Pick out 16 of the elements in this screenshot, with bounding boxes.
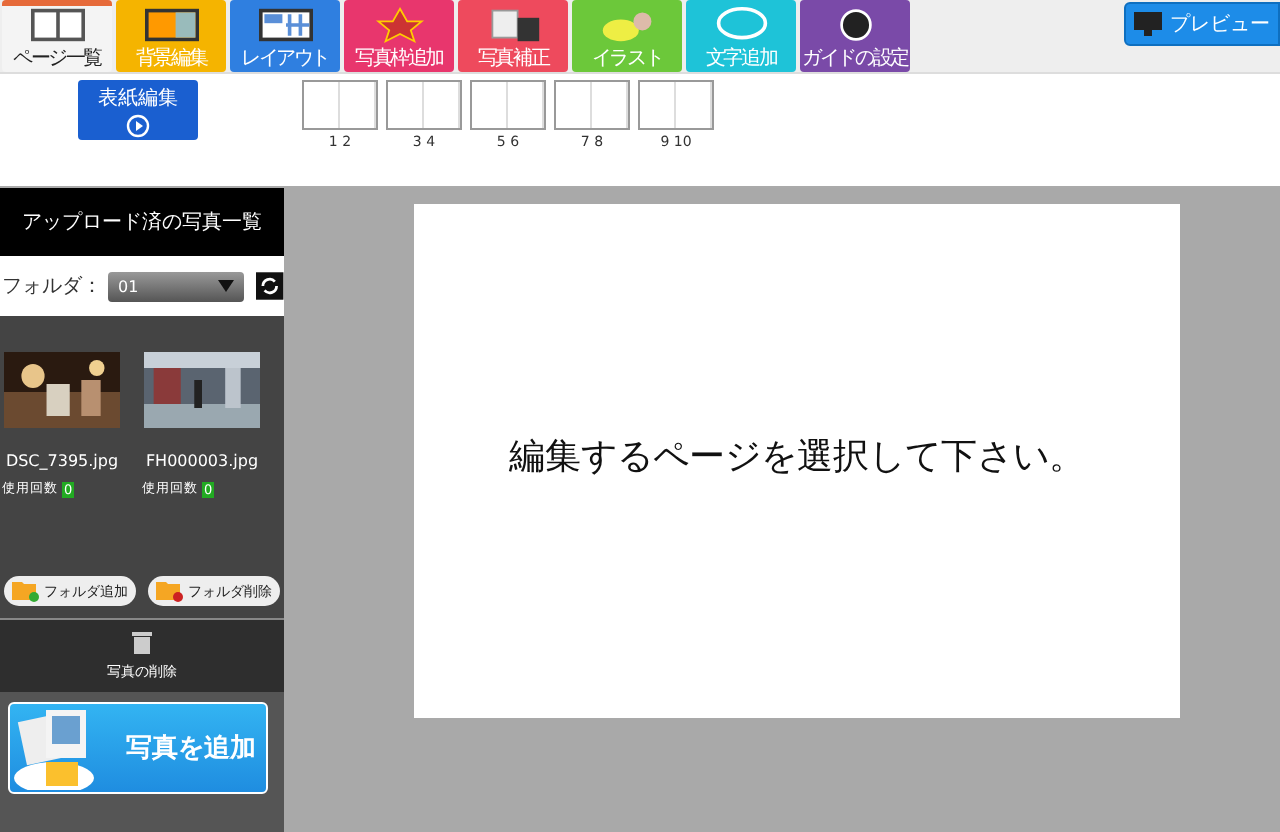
tool-tab[interactable]: ページ一覧 <box>2 0 112 72</box>
instruction-text: 編集するページを選択して下さい。 <box>509 433 1085 479</box>
add-photo-button[interactable]: 写真を追加 <box>8 702 268 794</box>
tool-tab[interactable]: ガイドの設定 <box>800 0 910 72</box>
preview-button[interactable]: プレビュー <box>1124 2 1280 46</box>
photo-name: FH000003.jpg <box>145 452 259 470</box>
folder-select[interactable]: 01 <box>108 271 245 301</box>
cover-edit-button[interactable]: 表紙編集 <box>78 80 198 140</box>
tool-tab[interactable]: 写真補正 <box>458 0 568 72</box>
tool-tab[interactable]: 写真枠追加 <box>344 0 454 72</box>
tool-tab[interactable]: 文字追加 <box>686 0 796 72</box>
photo-name: DSC_7395.jpg <box>5 452 119 470</box>
tool-tab[interactable]: レイアウト <box>230 0 340 72</box>
folder-label: フォルダ： <box>2 274 102 300</box>
tool-tab[interactable]: イラスト <box>572 0 682 72</box>
panel-title: アップロード済の写真一覧 <box>0 188 284 256</box>
